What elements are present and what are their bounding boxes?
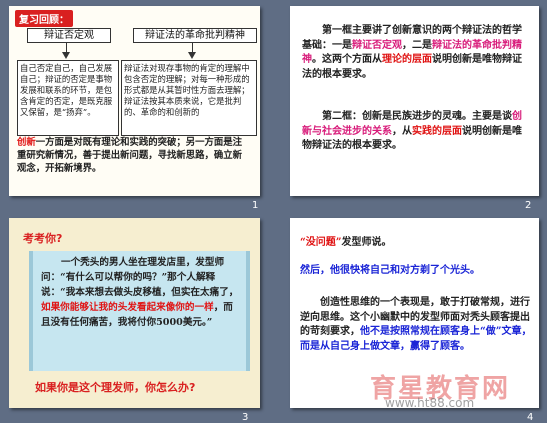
revolutionary-spirit-heading: 辩证法的革命批判精神 (133, 28, 257, 43)
slide-1-number: 1 (252, 200, 259, 211)
innovation-description: 一方面是对既有理论和实践的突破；另一方面是注重研究新情况，善于提出新问题，寻找新… (17, 137, 243, 174)
innovation-term: 创新 (17, 137, 36, 148)
para1-text-e: 。这两个方面从 (312, 54, 382, 65)
story-scroll: 一个秃头的男人坐在理发店里，发型师问：“有什么可以帮你的吗？”那个人解释说：“我… (29, 251, 250, 371)
slide-2-number: 2 (525, 200, 532, 211)
reply-highlight: “没问题” (300, 237, 342, 248)
story-highlight: 如果你能够让我的头发看起来像你的一样 (41, 302, 214, 313)
slide-3-number: 3 (242, 412, 249, 423)
reply-text: 发型师说。 (341, 237, 392, 248)
second-section-summary: 第二框：创新是民族进步的灵魂。主要是谈创新与社会进步的关系，从实践的层面说明创新… (302, 110, 530, 154)
barber-story: 一个秃头的男人坐在理发店里，发型师问：“有什么可以帮你的吗？”那个人解释说：“我… (41, 255, 241, 330)
innovation-definition: 创新一方面是对既有理论和实践的突破；另一方面是注重研究新情况，善于提出新问题，寻… (17, 136, 251, 175)
first-section-summary: 第一框主要讲了创新意识的两个辩证法的哲学基础：一是辩证否定观，二是辩证法的革命批… (302, 24, 530, 82)
barber-action: 然后，他很快将自己和对方剃了个光头。 (300, 265, 480, 276)
slide-2[interactable]: 第一框主要讲了创新意识的两个辩证法的哲学基础：一是辩证否定观，二是辩证法的革命批… (290, 6, 539, 196)
dialectical-negation-heading: 辩证否定观 (27, 28, 111, 43)
left-arrow-head (62, 52, 70, 59)
para1-highlight-negation: 辩证否定观 (352, 39, 402, 51)
slide-1[interactable]: 复习回顾： 辩证否定观 辩证法的革命批判精神 自己否定自己，自己发展自己；辩证的… (9, 6, 260, 196)
barber-reply: “没问题”发型师说。 (300, 236, 532, 251)
revolutionary-spirit-body: 辩证法对现存事物的肯定的理解中包含否定的理解；对每一种形成的形式都是从其暂时性方… (121, 60, 257, 136)
review-title: 复习回顾： (15, 10, 73, 27)
para1-text-c: ，二是 (402, 39, 432, 51)
quiz-title: 考考你? (23, 232, 63, 245)
right-arrow-head (188, 52, 196, 59)
story-text-a: 一个秃头的男人坐在理发店里，发型师问：“有什么可以帮你的吗？”那个人解释说：“我… (41, 257, 239, 298)
para2-highlight-practice: 实践的层面 (412, 125, 462, 137)
creative-thinking-explanation: 创造性思维的一个表现是，敢于打破常规，进行逆向思维。这个小幽默中的发型师面对秃头… (300, 296, 532, 354)
para2-text-c: ，从 (392, 125, 412, 137)
slide-3[interactable]: 考考你? 一个秃头的男人坐在理发店里，发型师问：“有什么可以帮你的吗？”那个人解… (9, 218, 260, 408)
site-watermark-url: www.ht88.com (385, 396, 475, 410)
quiz-question: 如果你是这个理发师，你怎么办? (35, 381, 196, 394)
para2-text-a: 第二框：创新是民族进步的灵魂。主要是谈 (322, 111, 512, 122)
slide-4-number: 4 (527, 412, 534, 423)
dialectical-negation-body: 自己否定自己，自己发展自己；辩证的否定是事物发展和联系的环节，是包含肯定的否定，… (17, 60, 119, 136)
para1-highlight-theory: 理论的层面 (382, 54, 432, 65)
